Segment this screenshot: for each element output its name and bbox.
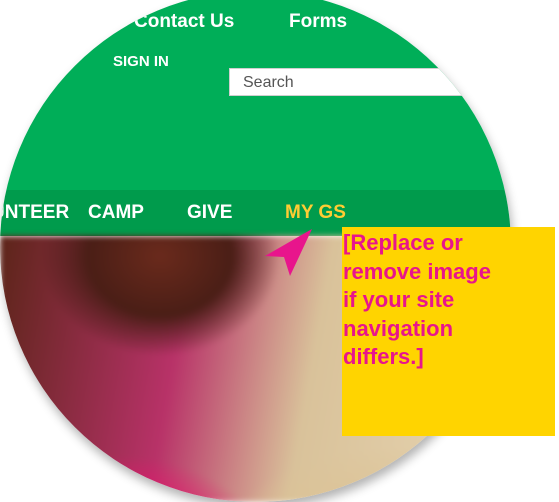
nav-item-camp[interactable]: CAMP xyxy=(88,202,144,224)
search-placeholder: Search xyxy=(243,74,294,91)
contact-us-link[interactable]: Contact Us xyxy=(134,11,234,33)
pointer-arrow-icon xyxy=(265,229,312,276)
nav-item-volunteer[interactable]: VOLUNTEER xyxy=(0,202,69,224)
search-input[interactable]: Search xyxy=(229,68,511,96)
nav-item-give[interactable]: GIVE xyxy=(187,202,232,224)
callout-text: [Replace or remove image if your site na… xyxy=(343,230,491,369)
forms-link[interactable]: Forms xyxy=(289,11,347,33)
site-header: Contact Us Forms SIGN IN Search xyxy=(0,0,511,190)
sign-in-link[interactable]: SIGN IN xyxy=(113,53,169,70)
nav-item-my-gs[interactable]: MY GS xyxy=(285,202,346,224)
